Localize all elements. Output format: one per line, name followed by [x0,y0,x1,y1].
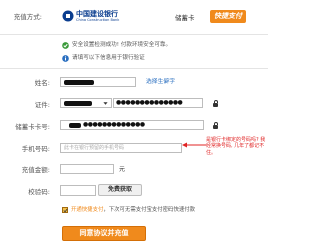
amount-unit: 元 [119,166,126,173]
id-lock-icon [213,100,218,107]
agreement-text-rest: ，下次可无需支付宝支付密码快速付款 [103,207,196,213]
id-type-value-masked [64,101,92,106]
submit-button-label: 同意协议并充值 [79,229,129,237]
express-pay-badge: 快捷支付 [210,10,246,23]
chevron-down-icon [103,102,108,105]
name-input[interactable] [60,77,136,87]
amount-label: 充值金额: [21,166,50,174]
agreement-text: 开通快捷支付，下次可无需支付宝支付密码快速付款 [71,207,196,213]
verify-info-text: 请填写以下信息用于银行验证 [72,55,145,61]
pay-method-label: 充值方式: [13,13,42,21]
card-lock-icon [213,122,218,129]
help-tip: 是银行卡绑定的号码吗? 我经常换号码, 几年了都记不住。 [206,137,266,156]
id-label: 证件: [34,101,50,109]
help-tip-text: 是银行卡绑定的号码吗? 我经常换号码, 几年了都记不住。 [206,137,266,156]
card-number-input[interactable]: ●●●●●●●●●●●●● [60,120,204,130]
verification-code-input[interactable] [60,185,96,196]
enable-express-pay-link[interactable]: 开通快捷支付 [71,207,103,213]
amount-input[interactable] [60,164,114,174]
ccb-logo-icon [62,10,74,22]
bank-name-cn: 中国建设银行 [76,10,118,18]
card-type: 储蓄卡 [175,14,195,22]
id-number-dots: ●●●●●●●●●●●●●● [116,99,183,106]
safe-env-text: 安全设置检测成功! 付款环境安全可靠。 [72,42,172,48]
arrow-left-icon [182,142,206,148]
id-type-select[interactable] [60,98,112,108]
divider-mid [0,68,268,69]
bank-name-en: China Construction Bank [76,18,120,22]
bank-selector[interactable]: 中国建设银行 China Construction Bank 储蓄卡 快捷支付 [60,6,246,28]
info-circle-icon [62,55,69,62]
divider-top [0,34,268,35]
phone-input[interactable]: 此卡在银行预留的手机号码 [60,143,182,153]
phone-placeholder: 此卡在银行预留的手机号码 [64,145,125,151]
code-label: 校验码: [28,188,50,196]
check-circle-icon [62,42,69,49]
id-number-input[interactable]: ●●●●●●●●●●●●●● [113,98,203,108]
name-value-masked [64,80,94,85]
get-code-button[interactable]: 免费获取 [98,184,142,196]
name-label: 姓名: [34,79,50,87]
card-number-masked [69,123,81,128]
select-rare-char-link[interactable]: 选择生僻字 [146,79,175,86]
get-code-button-label: 免费获取 [107,186,132,193]
card-number-label: 储蓄卡卡号: [15,123,50,131]
phone-label: 手机号码: [21,145,50,153]
submit-button[interactable]: 同意协议并充值 [62,226,146,241]
checkmark-icon [63,208,68,213]
agreement-checkbox[interactable] [62,207,68,213]
card-number-dots: ●●●●●●●●●●●●● [83,121,145,128]
